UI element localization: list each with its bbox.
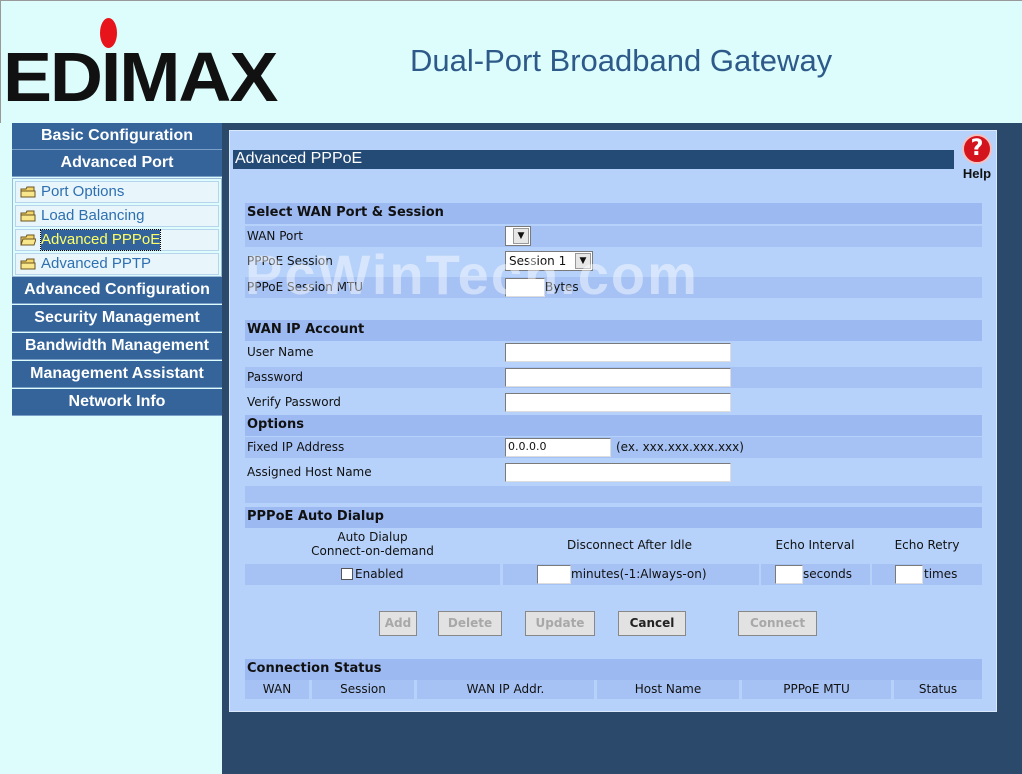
autodial-section-header: PPPoE Auto Dialup [245,507,982,528]
sidebar-item-basic-configuration[interactable]: Basic Configuration [12,123,222,150]
status-col-status: Status [894,680,982,699]
echo-interval-column-header: Echo Interval [775,538,855,552]
password-row: Password [245,367,982,388]
mtu-row: PPPoE Session MTU Bytes [245,277,982,298]
sidebar-item-advanced-port[interactable]: Advanced Port [12,150,222,177]
folder-icon [20,258,36,270]
app-title: Dual-Port Broadband Gateway [410,43,833,78]
main-panel: Advanced PPPoE ? Help Select WAN Port & … [229,130,997,712]
enabled-cell: Enabled [245,564,500,585]
echo-interval-input[interactable] [775,565,803,584]
cancel-button[interactable]: Cancel [618,611,686,636]
fixed-ip-hint: (ex. xxx.xxx.xxx.xxx) [616,440,744,454]
echo-retry-input[interactable] [895,565,923,584]
host-name-row: Assigned Host Name [245,462,982,483]
idle-cell: minutes(-1:Always-on) [503,564,759,585]
wan-port-label: WAN Port [247,229,303,243]
username-row: User Name [245,342,982,363]
idle-unit: minutes(-1:Always-on) [571,567,707,581]
sidebar-subitem-advanced-pppoe[interactable]: Advanced PPPoE [15,229,219,251]
sidebar-subitem-port-options[interactable]: Port Options [15,181,219,203]
help-label: Help [962,166,992,181]
add-button[interactable]: Add [379,611,417,636]
wan-port-select[interactable]: ▼ [505,226,531,246]
fixed-ip-label: Fixed IP Address [247,440,345,454]
interval-unit: seconds [803,567,853,581]
sidebar: Basic Configuration Advanced Port Port O… [0,123,222,774]
chevron-down-icon: ▼ [513,228,529,244]
chevron-down-icon: ▼ [575,253,591,269]
enabled-checkbox[interactable] [341,568,353,580]
sidebar-subitem-label: Advanced PPTP [41,255,152,272]
sidebar-subitem-label: Port Options [41,183,125,200]
idle-minutes-input[interactable] [537,565,571,584]
options-spacer-row [245,486,982,503]
auto-dialup-heading-line2: Connect-on-demand [311,544,434,558]
sidebar-item-management-assistant[interactable]: Management Assistant [12,361,222,388]
password-label: Password [247,370,304,384]
retry-cell: times [872,564,982,585]
enabled-wrap: Enabled [341,567,404,581]
mtu-input[interactable] [505,278,545,297]
fixed-ip-input[interactable]: 0.0.0.0 [505,438,611,457]
verify-password-row: Verify Password [245,392,982,413]
username-label: User Name [247,345,314,359]
sidebar-subitem-advanced-pptp[interactable]: Advanced PPTP [15,253,219,275]
page-title: Advanced PPPoE [233,150,954,169]
question-mark-icon: ? [962,134,992,164]
status-col-mtu: PPPoE MTU [742,680,891,699]
sidebar-item-network-info[interactable]: Network Info [12,389,222,416]
delete-button[interactable]: Delete [438,611,502,636]
connect-button[interactable]: Connect [738,611,817,636]
status-col-wan-ip: WAN IP Addr. [417,680,594,699]
host-name-label: Assigned Host Name [247,465,372,479]
interval-cell: seconds [761,564,870,585]
status-col-session: Session [312,680,414,699]
sidebar-item-security-management[interactable]: Security Management [12,305,222,332]
mtu-label: PPPoE Session MTU [247,280,364,294]
account-section-header: WAN IP Account [245,320,982,341]
sidebar-item-advanced-configuration[interactable]: Advanced Configuration [12,277,222,304]
edimax-logo: EDIMAX [3,38,278,116]
update-button[interactable]: Update [525,611,595,636]
status-col-host-name: Host Name [597,680,739,699]
password-input[interactable] [505,368,731,387]
disconnect-column-header: Disconnect After Idle [567,538,692,552]
username-input[interactable] [505,343,731,362]
sidebar-item-bandwidth-management[interactable]: Bandwidth Management [12,333,222,360]
sidebar-subitem-label: Load Balancing [41,207,145,224]
verify-password-label: Verify Password [247,395,341,409]
enabled-label: Enabled [355,567,404,581]
folder-icon [20,186,36,198]
status-section-header: Connection Status [245,659,982,680]
fixed-ip-row: Fixed IP Address 0.0.0.0 (ex. xxx.xxx.xx… [245,437,982,458]
sidebar-subitem-label: Advanced PPPoE [39,229,162,251]
retry-unit: times [924,567,958,581]
header-banner: EDIMAX Dual-Port Broadband Gateway [0,0,1022,123]
auto-dialup-column-header: Auto Dialup Connect-on-demand [245,530,500,558]
wan-port-row: WAN Port ▼ [245,226,982,247]
help-button[interactable]: ? Help [960,134,994,181]
auto-dialup-heading-line1: Auto Dialup [337,530,408,544]
verify-password-input[interactable] [505,393,731,412]
host-name-input[interactable] [505,463,731,482]
folder-icon [20,210,36,222]
sidebar-subitem-load-balancing[interactable]: Load Balancing [15,205,219,227]
options-section-header: Options [245,415,982,436]
folder-open-icon [20,234,36,246]
advanced-port-submenu: Port Options Load Balancing Advanced PPP… [12,178,222,277]
wan-section-header: Select WAN Port & Session [245,203,982,224]
session-row: PPPoE Session Session 1 ▼ [245,251,982,272]
session-value: Session 1 [509,254,567,268]
status-col-wan: WAN [245,680,309,699]
echo-retry-column-header: Echo Retry [894,538,960,552]
session-label: PPPoE Session [247,254,333,268]
session-select[interactable]: Session 1 ▼ [505,251,593,271]
mtu-unit: Bytes [545,280,579,294]
